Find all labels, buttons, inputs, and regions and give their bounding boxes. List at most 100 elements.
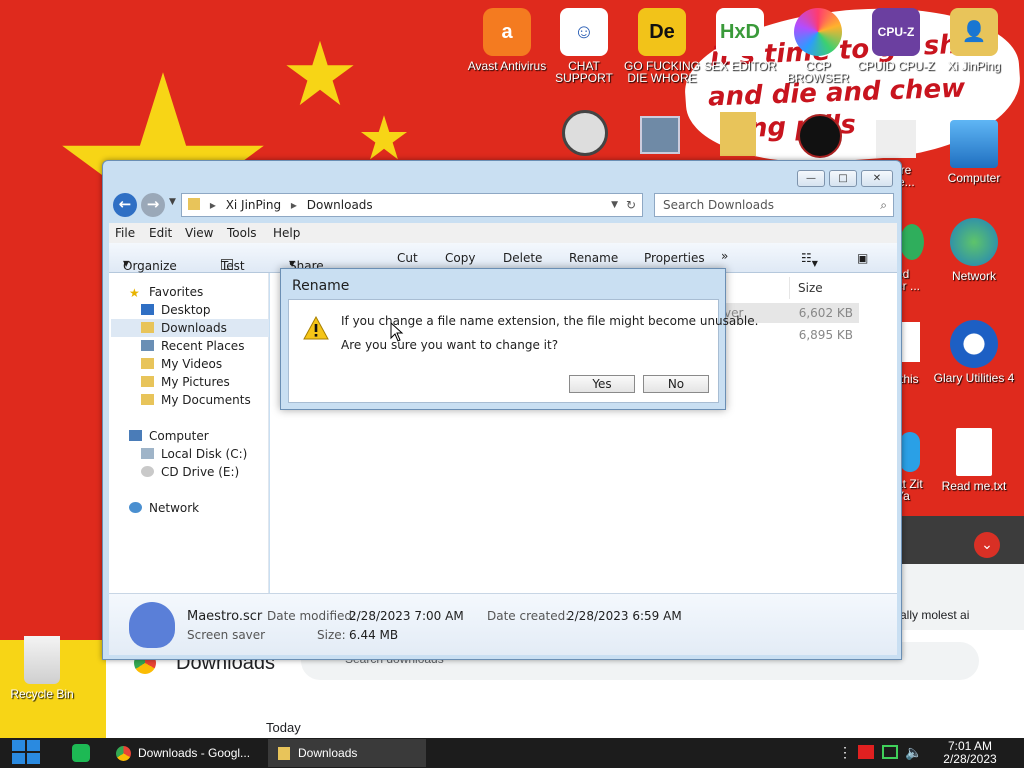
volume-icon[interactable]: 🔈 — [905, 744, 922, 761]
minimize-button[interactable]: — — [797, 170, 825, 187]
folder-icon[interactable] — [720, 112, 756, 156]
nav-computer[interactable]: Computer — [129, 429, 209, 443]
nav-my-documents[interactable]: My Documents — [141, 393, 251, 407]
nav-network[interactable]: Network — [129, 501, 199, 515]
view-options-icon[interactable]: ☷ ▼ — [801, 251, 818, 268]
text-file-icon — [956, 428, 992, 476]
desktop-icon-user-folder[interactable]: 👤 Xi JinPing — [932, 8, 1016, 72]
network-icon — [129, 502, 142, 513]
network-icon — [950, 218, 998, 266]
menu-file[interactable]: File — [115, 226, 135, 240]
star-icon: ★ — [129, 286, 140, 300]
navigation-pane: ★ Favorites Desktop Downloads Recent Plac… — [109, 273, 269, 593]
computer-icon — [950, 120, 998, 168]
doctor-icon: ☺ — [560, 8, 608, 56]
recent-places-icon — [141, 340, 154, 351]
desktop-icon-network[interactable]: Network — [932, 218, 1016, 282]
nav-favorites[interactable]: ★ Favorites — [129, 285, 203, 300]
overflow-menu-icon[interactable]: ⋮ — [838, 744, 852, 761]
partial-green-icon[interactable] — [900, 224, 924, 260]
rename-button[interactable]: Rename — [569, 251, 618, 265]
desktop-icon-hxd[interactable]: HxD SEX EDITOR — [698, 8, 782, 72]
taskbar-chrome-downloads[interactable]: Downloads - Googl... — [108, 739, 264, 767]
address-dropdown-icon[interactable]: ▼ — [611, 194, 618, 216]
taskbar: Downloads - Googl... Downloads ⋮ 🔈 7:01 … — [0, 738, 1024, 768]
copy-button[interactable]: Copy — [445, 251, 475, 265]
close-button[interactable]: ✕ — [861, 170, 893, 187]
menu-edit[interactable]: Edit — [149, 226, 172, 240]
cut-button[interactable]: Cut — [397, 251, 418, 265]
desktop-icon-recycle-bin[interactable]: Recycle Bin — [0, 636, 84, 700]
back-button[interactable]: ← — [113, 193, 137, 217]
menu-tools[interactable]: Tools — [227, 226, 257, 240]
desktop-icon — [141, 304, 154, 315]
nav-desktop[interactable]: Desktop — [141, 303, 211, 317]
chrome-icon — [116, 746, 131, 761]
forward-button[interactable]: → — [141, 193, 165, 217]
documents-folder-icon — [141, 394, 154, 405]
delete-button[interactable]: Delete — [503, 251, 542, 265]
download-arrow-icon[interactable]: ⌄ — [974, 532, 1000, 558]
taskbar-explorer-downloads[interactable]: Downloads — [268, 739, 426, 767]
recent-pages-dropdown-icon[interactable]: ▼ — [169, 197, 176, 207]
menu-view[interactable]: View — [185, 226, 213, 240]
rename-dialog: Rename If you change a file name extensi… — [280, 268, 758, 410]
nav-local-disk[interactable]: Local Disk (C:) — [141, 447, 247, 461]
network-tray-icon[interactable] — [882, 745, 898, 759]
nav-my-pictures[interactable]: My Pictures — [141, 375, 230, 389]
details-size-value: 6.44 MB — [349, 628, 399, 642]
breadcrumb-folder[interactable]: Downloads — [307, 198, 373, 212]
details-size-label: Size: — [317, 628, 346, 642]
refresh-icon[interactable]: ↻ — [626, 194, 636, 216]
desktop-icon-glary[interactable]: Glary Utilities 4 — [932, 320, 1016, 384]
breadcrumb-root[interactable]: Xi JinPing — [226, 198, 281, 212]
de-logo-icon: De — [638, 8, 686, 56]
menu-bar: File Edit View Tools Help — [109, 223, 897, 243]
desktop-icon-de[interactable]: De GO FUCKING DIE WHORE — [620, 8, 704, 84]
flag-icon[interactable] — [858, 745, 874, 759]
app-round-icon[interactable] — [798, 114, 842, 158]
desktop-icon-browser[interactable]: CCP BROWSER — [776, 8, 860, 84]
desktop-icon-avast[interactable]: a Avast Antivirus — [465, 8, 549, 72]
window-stack-icon[interactable] — [640, 116, 680, 154]
more-commands-button[interactable]: » — [721, 249, 728, 263]
search-input[interactable]: Search Downloads ⌕ — [654, 193, 894, 217]
desktop-icon-computer[interactable]: Computer — [932, 120, 1016, 184]
no-button[interactable]: No — [643, 375, 709, 393]
folder-icon — [188, 198, 200, 210]
desktop-icon-readme[interactable]: Read me.txt — [932, 428, 1016, 492]
today-heading: Today — [266, 720, 301, 735]
downloads-folder-icon — [141, 322, 154, 333]
app-icon[interactable] — [876, 120, 916, 158]
properties-button[interactable]: Properties — [644, 251, 705, 265]
pinned-app-icon[interactable] — [72, 744, 90, 762]
chrome-window-edge: ⌄ ally molest ai — [900, 516, 1024, 630]
nav-downloads[interactable]: Downloads — [141, 321, 227, 335]
nav-recent-places[interactable]: Recent Places — [141, 339, 244, 353]
title-bar[interactable]: — □ ✕ — [103, 161, 901, 189]
menu-help[interactable]: Help — [273, 226, 300, 240]
yes-button[interactable]: Yes — [569, 375, 635, 393]
maximize-button[interactable]: □ — [829, 170, 857, 187]
recycle-bin-icon — [24, 636, 60, 684]
nav-my-videos[interactable]: My Videos — [141, 357, 222, 371]
start-button[interactable] — [10, 738, 44, 768]
address-bar[interactable]: ▸ Xi JinPing ▸ Downloads ▼ ↻ — [181, 193, 643, 217]
partial-icon-label: this — [900, 372, 919, 386]
dialog-title: Rename — [292, 278, 350, 294]
column-header-size[interactable]: Size — [789, 277, 859, 299]
skull-icon[interactable] — [562, 110, 608, 156]
dialog-question: Are you sure you want to change it? — [341, 338, 559, 352]
desktop-icon-chat-support[interactable]: ☺ CHAT SUPPORT — [542, 8, 626, 84]
details-pane: Maestro.scr Screen saver Date modified: … — [109, 593, 897, 655]
screen-saver-thumbnail-icon — [129, 602, 175, 648]
preview-pane-icon[interactable]: ▣ — [857, 251, 868, 265]
nav-cd-drive[interactable]: CD Drive (E:) — [141, 465, 239, 479]
avast-icon: a — [483, 8, 531, 56]
desktop-icon-cpuz[interactable]: CPU-Z CPUID CPU-Z — [854, 8, 938, 72]
table-row[interactable]: 6,895 KB — [724, 325, 859, 345]
partial-app-icon[interactable] — [900, 432, 920, 472]
partial-file-icon[interactable] — [900, 322, 920, 362]
details-filetype: Screen saver — [187, 628, 266, 642]
clock[interactable]: 7:01 AM 2/28/2023 — [930, 740, 1010, 766]
